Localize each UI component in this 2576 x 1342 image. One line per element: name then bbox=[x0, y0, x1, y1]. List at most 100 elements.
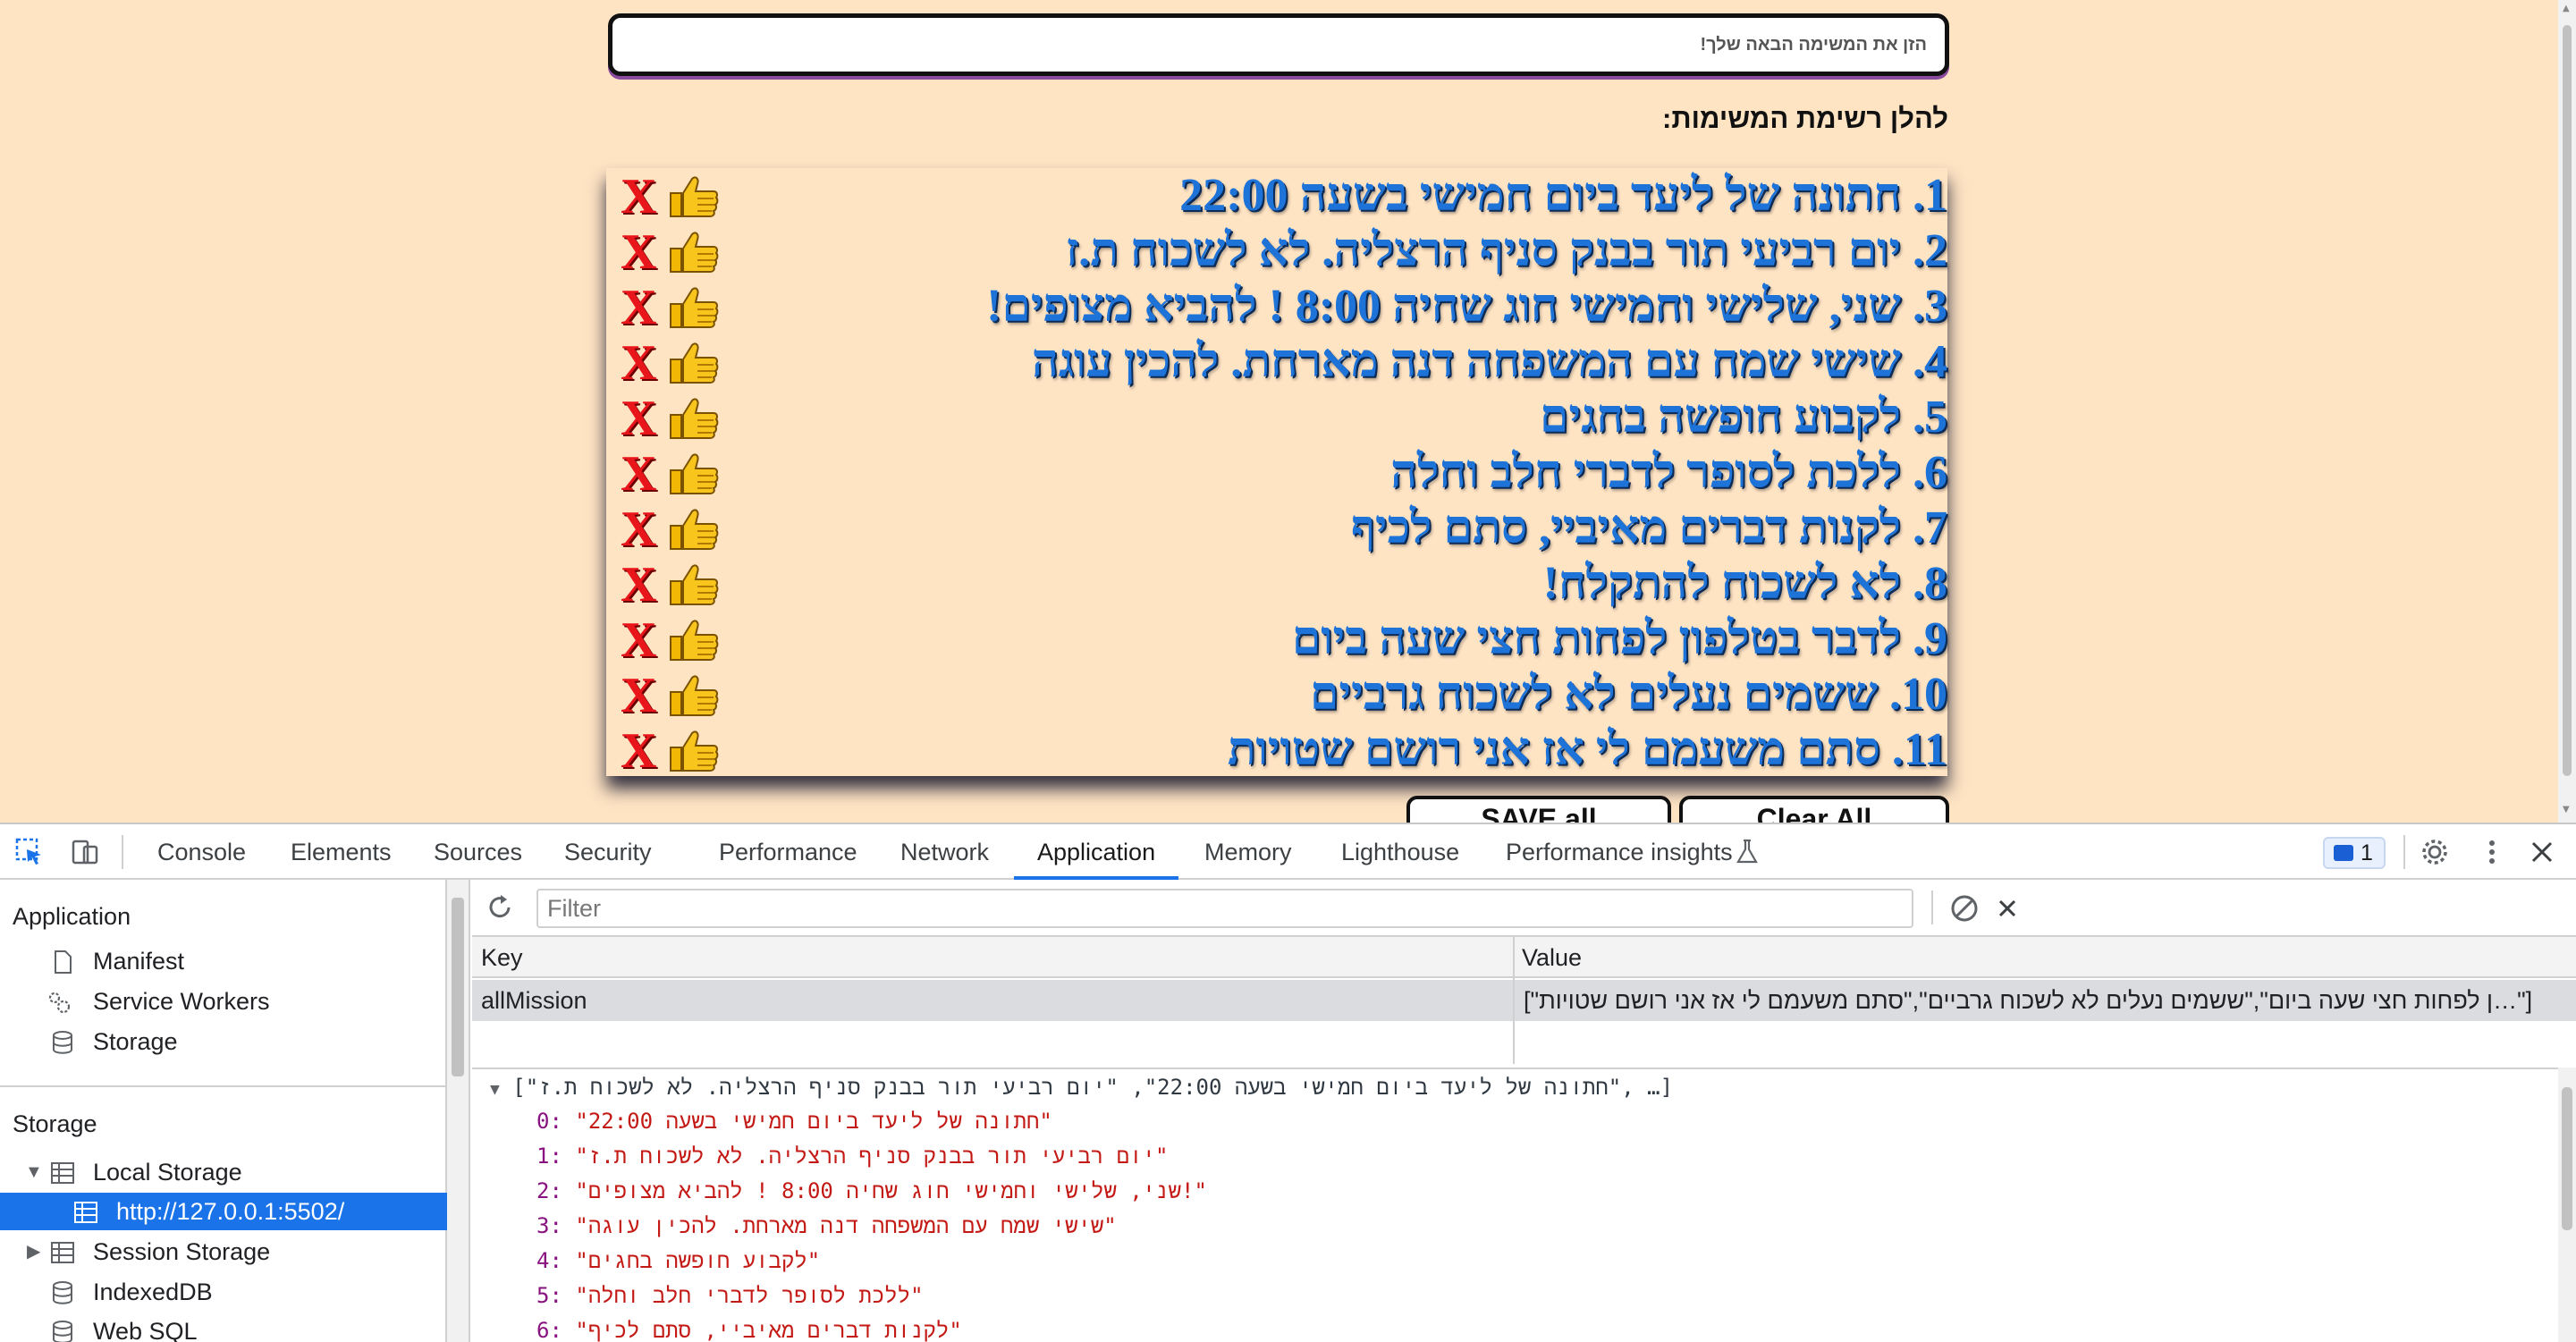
thumbs-up-icon[interactable] bbox=[669, 173, 719, 218]
delete-selected-icon[interactable] bbox=[1992, 893, 2023, 924]
preview-array-item[interactable]: 2: "שני, שלישי וחמישי חוג שחיה 8:00 ! לה… bbox=[536, 1175, 1207, 1207]
sidebar-item-origin[interactable]: http://127.0.0.1:5502/ bbox=[0, 1193, 447, 1230]
thumbs-up-icon[interactable] bbox=[669, 728, 719, 772]
scrollbar-thumb[interactable] bbox=[2562, 1087, 2572, 1230]
thumbs-up-icon[interactable] bbox=[669, 672, 719, 717]
sidebar-item-indexeddb[interactable]: IndexedDB bbox=[0, 1273, 447, 1311]
expand-arrow-icon[interactable]: ▶ bbox=[27, 1233, 40, 1270]
preview-array-item[interactable]: 4: "לקבוע חופשה בחגים" bbox=[536, 1245, 820, 1277]
delete-task-x-icon[interactable]: X bbox=[621, 227, 656, 277]
filter-bar bbox=[472, 880, 2576, 937]
scroll-up-arrow-icon[interactable]: ▲ bbox=[2563, 4, 2570, 13]
thumbs-up-icon[interactable] bbox=[669, 284, 719, 329]
preview-array-item[interactable]: 1: "יום רביעי תור בבנק סניף הרצליה. לא ל… bbox=[536, 1140, 1168, 1172]
table-cell-value[interactable]: ["…ן לפחות חצי שעה ביום","ששמים נעלים לא… bbox=[1515, 980, 2576, 1021]
sidebar-item-local-storage[interactable]: ▼ Local Storage bbox=[0, 1153, 447, 1191]
preview-array-item[interactable]: 6: "לקנות דברים מאיביי, סתם לכיף" bbox=[536, 1314, 962, 1342]
thumbs-up-icon[interactable] bbox=[669, 506, 719, 551]
thumbs-up-icon[interactable] bbox=[669, 451, 719, 495]
table-cell-key[interactable]: allMission bbox=[472, 980, 1513, 1021]
scrollbar-thumb[interactable] bbox=[452, 898, 464, 1076]
preview-scrollbar[interactable] bbox=[2558, 1068, 2576, 1342]
save-all-button[interactable]: SAVE all bbox=[1406, 796, 1671, 823]
delete-task-x-icon[interactable]: X bbox=[621, 283, 656, 333]
devtools-panel: Console Elements Sources Security Perfor… bbox=[0, 823, 2576, 1342]
expand-arrow-icon[interactable]: ▼ bbox=[25, 1153, 43, 1191]
array-index: 4: bbox=[536, 1248, 562, 1273]
refresh-icon[interactable] bbox=[485, 892, 515, 923]
inspect-element-icon[interactable] bbox=[14, 837, 45, 867]
tab-elements[interactable]: Elements bbox=[291, 824, 392, 880]
value-preview: ▼ ["חתונה של ליעד ביום חמישי בשעה 22:00"… bbox=[472, 1068, 2576, 1342]
sidebar-item-storage[interactable]: Storage bbox=[50, 1023, 443, 1060]
task-text: 3. שני, שלישי וחמישי חוג שחיה 8:00 ! להב… bbox=[986, 281, 1947, 332]
settings-gear-icon[interactable] bbox=[2420, 837, 2450, 867]
tab-security[interactable]: Security bbox=[564, 824, 652, 880]
sidebar-item-label: Web SQL bbox=[93, 1318, 198, 1342]
delete-task-x-icon[interactable]: X bbox=[621, 449, 656, 499]
tab-sources[interactable]: Sources bbox=[434, 824, 522, 880]
tab-application[interactable]: Application bbox=[1014, 824, 1179, 880]
collapse-arrow-icon[interactable]: ▼ bbox=[490, 1080, 500, 1099]
task-row: X 10. ששמים נעלים לא לשכוח גרביים bbox=[606, 667, 1947, 722]
scrollbar-thumb[interactable] bbox=[2563, 25, 2572, 776]
preview-array-item[interactable]: 3: "שישי שמח עם המשפחה דנה מארחת. להכין … bbox=[536, 1210, 1117, 1242]
delete-task-x-icon[interactable]: X bbox=[621, 615, 656, 665]
clear-all-icon[interactable] bbox=[1949, 893, 1980, 924]
task-input[interactable] bbox=[608, 13, 1949, 76]
device-toolbar-icon[interactable] bbox=[70, 837, 100, 867]
array-value: "יום רביעי תור בבנק סניף הרצליה. לא לשכו… bbox=[575, 1144, 1169, 1169]
page-scrollbar[interactable]: ▲ ▼ bbox=[2558, 0, 2576, 823]
delete-task-x-icon[interactable]: X bbox=[621, 560, 656, 610]
sidebar-item-manifest[interactable]: Manifest bbox=[50, 942, 443, 980]
column-header-value[interactable]: Value bbox=[1513, 937, 2576, 978]
scroll-down-arrow-icon[interactable]: ▼ bbox=[2563, 805, 2570, 814]
sidebar-scrollbar[interactable] bbox=[447, 880, 470, 1342]
tab-performance[interactable]: Performance bbox=[719, 824, 857, 880]
array-value: "לקנות דברים מאיביי, סתם לכיף" bbox=[575, 1318, 962, 1342]
tab-memory[interactable]: Memory bbox=[1204, 824, 1292, 880]
preview-array-summary: ["חתונה של ליעד ביום חמישי בשעה 22:00", … bbox=[512, 1075, 1674, 1100]
issues-badge[interactable]: 1 bbox=[2323, 837, 2386, 869]
sidebar-item-session-storage[interactable]: ▶ Session Storage bbox=[0, 1233, 447, 1270]
delete-task-x-icon[interactable]: X bbox=[621, 393, 656, 443]
delete-task-x-icon[interactable]: X bbox=[621, 338, 656, 388]
thumbs-up-icon[interactable] bbox=[669, 617, 719, 662]
clear-all-button[interactable]: Clear All bbox=[1679, 796, 1949, 823]
web-page: להלן רשימת המשימות: X 1. חתונה של ליעד בי… bbox=[0, 0, 2576, 823]
task-row: X 6. ללכת לסופר לדברי חלב וחלה bbox=[606, 445, 1947, 501]
thumbs-up-icon[interactable] bbox=[669, 340, 719, 384]
task-list: X 1. חתונה של ליעד ביום חמישי בשעה 22:00 X… bbox=[606, 168, 1947, 776]
delete-task-x-icon[interactable]: X bbox=[621, 504, 656, 554]
preview-array-item[interactable]: 0: "חתונה של ליעד ביום חמישי בשעה 22:00" bbox=[536, 1105, 1052, 1137]
table-icon bbox=[51, 1162, 74, 1184]
close-devtools-icon[interactable] bbox=[2527, 837, 2557, 867]
thumbs-up-icon[interactable] bbox=[669, 395, 719, 440]
preview-array-item[interactable]: 5: "ללכת לסופר לדברי חלב וחלה" bbox=[536, 1279, 924, 1312]
delete-task-x-icon[interactable]: X bbox=[621, 671, 656, 721]
task-text: 11. סתם משעמם לי אז אני רושם שטויות bbox=[1227, 724, 1947, 775]
tab-console[interactable]: Console bbox=[157, 824, 246, 880]
more-options-icon[interactable] bbox=[2477, 837, 2507, 867]
tab-performance-insights[interactable]: Performance insights bbox=[1506, 824, 1733, 880]
task-text: 9. לדבר בטלפון לפחות חצי שעה ביום bbox=[1291, 613, 1947, 664]
filter-input[interactable] bbox=[536, 889, 1913, 928]
array-index: 0: bbox=[536, 1109, 562, 1134]
thumbs-up-icon[interactable] bbox=[669, 561, 719, 606]
task-text: 1. חתונה של ליעד ביום חמישי בשעה 22:00 bbox=[1179, 170, 1947, 221]
task-text: 4. שישי שמח עם המשפחה דנה מארחת. להכין ע… bbox=[1031, 336, 1947, 387]
list-heading: להלן רשימת המשימות: bbox=[1662, 103, 1948, 134]
preview-header[interactable]: ▼ ["חתונה של ליעד ביום חמישי בשעה 22:00"… bbox=[490, 1071, 1673, 1103]
sidebar-item-web-sql[interactable]: Web SQL bbox=[0, 1312, 447, 1342]
task-row: X 9. לדבר בטלפון לפחות חצי שעה ביום bbox=[606, 612, 1947, 667]
delete-task-x-icon[interactable]: X bbox=[621, 172, 656, 222]
array-value: "ללכת לסופר לדברי חלב וחלה" bbox=[575, 1283, 924, 1308]
array-index: 2: bbox=[536, 1178, 562, 1203]
sidebar-item-service-workers[interactable]: Service Workers bbox=[48, 983, 443, 1020]
sidebar-header-application: Application bbox=[13, 903, 131, 930]
column-header-key[interactable]: Key bbox=[472, 937, 1513, 978]
thumbs-up-icon[interactable] bbox=[669, 229, 719, 274]
delete-task-x-icon[interactable]: X bbox=[621, 726, 656, 776]
tab-lighthouse[interactable]: Lighthouse bbox=[1341, 824, 1459, 880]
tab-network[interactable]: Network bbox=[900, 824, 989, 880]
